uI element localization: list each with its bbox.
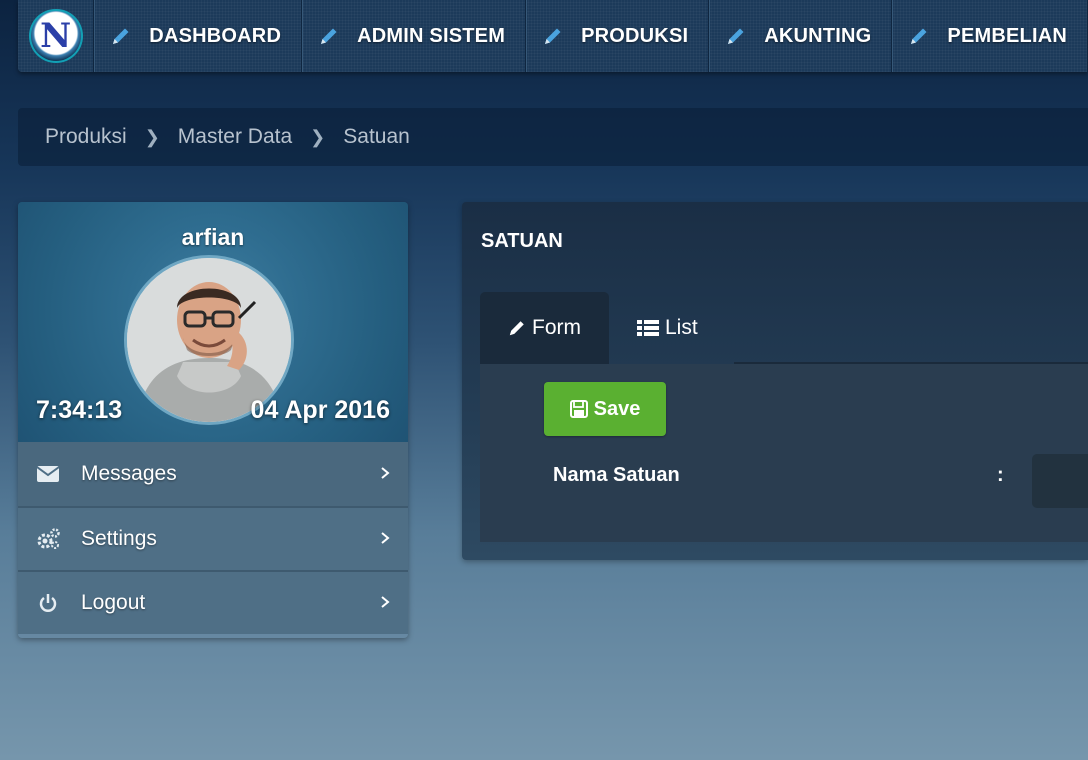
nav-item-admin-sistem[interactable]: ADMIN SISTEM xyxy=(302,0,527,72)
tab-form[interactable]: Form xyxy=(480,292,609,364)
chevron-right-icon: ❯ xyxy=(144,126,160,147)
power-icon xyxy=(36,591,60,615)
save-button[interactable]: Save xyxy=(544,382,666,436)
nav-label: PRODUKSI xyxy=(581,24,689,47)
menu-item-settings[interactable]: Settings xyxy=(18,506,408,570)
menu-item-messages[interactable]: Messages xyxy=(18,442,408,506)
nav-item-pembelian[interactable]: PEMBELIAN xyxy=(892,0,1088,72)
pencil-icon xyxy=(321,28,337,44)
logo-letter: N xyxy=(40,16,72,56)
breadcrumb: Produksi ❯ Master Data ❯ Satuan xyxy=(18,108,1088,166)
chevron-right-icon xyxy=(380,462,390,486)
chevron-right-icon xyxy=(380,591,390,615)
envelope-icon xyxy=(36,462,60,486)
breadcrumb-item-produksi[interactable]: Produksi xyxy=(45,125,127,149)
nav-item-produksi[interactable]: PRODUKSI xyxy=(526,0,710,72)
floppy-disk-icon xyxy=(569,400,588,418)
save-label: Save xyxy=(593,397,641,420)
field-colon: : xyxy=(997,464,1004,486)
menu-item-logout[interactable]: Logout xyxy=(18,570,408,634)
tab-label: List xyxy=(665,316,698,339)
tab-bar: Form List xyxy=(480,292,726,364)
clock-time: 7:34:13 xyxy=(36,396,123,424)
pencil-icon xyxy=(545,28,561,44)
nama-satuan-label: Nama Satuan xyxy=(553,464,680,486)
logo-cell[interactable]: N xyxy=(18,0,95,72)
nav-item-akunting[interactable]: AKUNTING xyxy=(709,0,893,72)
form-tab-content: Save Nama Satuan : xyxy=(480,364,1088,542)
nav-label: ADMIN SISTEM xyxy=(357,24,506,47)
menu-label: Logout xyxy=(81,591,146,614)
pencil-icon xyxy=(911,28,927,44)
tab-list[interactable]: List xyxy=(609,292,726,364)
chevron-right-icon xyxy=(380,527,390,551)
nav-label: AKUNTING xyxy=(764,24,872,47)
breadcrumb-item-satuan: Satuan xyxy=(343,125,410,148)
clock-date: 04 Apr 2016 xyxy=(250,396,390,424)
nama-satuan-input[interactable] xyxy=(1032,454,1088,508)
menu-label: Settings xyxy=(81,527,157,550)
profile-menu: Messages Settings Logout xyxy=(18,442,408,634)
list-icon xyxy=(637,319,659,337)
top-navbar: N DASHBOARD ADMIN SISTEM PRODUKSI AKUNTI… xyxy=(18,0,1088,72)
breadcrumb-item-master-data[interactable]: Master Data xyxy=(178,125,292,149)
gears-icon xyxy=(36,527,60,551)
nav-label: DASHBOARD xyxy=(149,24,282,47)
tab-label: Form xyxy=(532,316,581,339)
chevron-right-icon: ❯ xyxy=(310,126,326,147)
pencil-icon xyxy=(728,28,744,44)
satuan-panel: SATUAN Form List Save Nama Satuan : xyxy=(462,202,1088,560)
pencil-icon xyxy=(508,319,526,337)
nav-label: PEMBELIAN xyxy=(947,24,1067,47)
panel-title: SATUAN xyxy=(481,230,563,252)
username: arfian xyxy=(181,224,245,250)
nav-item-dashboard[interactable]: DASHBOARD xyxy=(94,0,303,72)
profile-panel: arfian 7:34:13 04 Apr 2016 Messages Sett… xyxy=(18,202,408,638)
menu-label: Messages xyxy=(81,462,177,485)
app-logo[interactable]: N xyxy=(28,9,83,63)
pencil-icon xyxy=(113,28,129,44)
profile-header: arfian 7:34:13 04 Apr 2016 xyxy=(18,202,408,442)
